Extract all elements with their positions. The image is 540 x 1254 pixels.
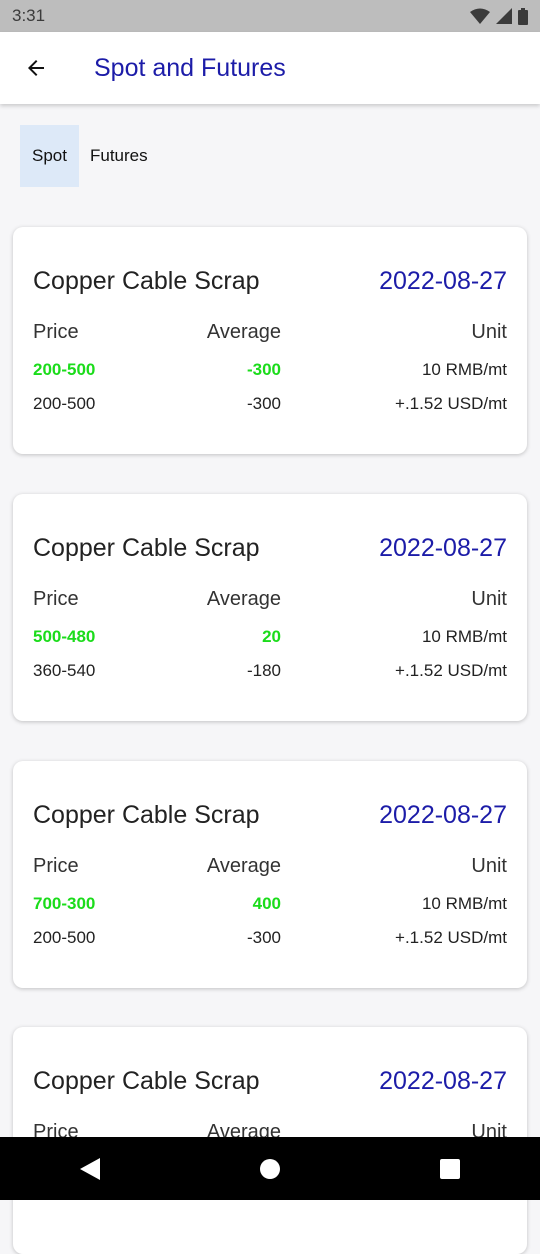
status-time: 3:31 (12, 6, 46, 25)
home-circle-icon (260, 1158, 280, 1179)
primary-average: 400 (252, 894, 281, 913)
card-date: 2022-08-27 (379, 534, 507, 562)
primary-average: -300 (246, 360, 281, 379)
system-nav-bar (0, 1137, 540, 1200)
secondary-price: 200-500 (33, 928, 96, 947)
secondary-price: 360-540 (33, 661, 96, 680)
app-bar: Spot and Futures (0, 32, 540, 104)
page-title: Spot and Futures (94, 53, 286, 82)
card-title: Copper Cable Scrap (33, 267, 260, 295)
primary-unit: 10 RMB/mt (421, 360, 507, 379)
primary-price: 200-500 (33, 360, 96, 379)
signal-icon (496, 8, 512, 24)
price-card[interactable]: Copper Cable Scrap 2022-08-27 Price Aver… (13, 227, 527, 454)
price-header: Price (33, 588, 79, 610)
secondary-unit: +.1.52 USD/mt (395, 661, 507, 680)
secondary-unit: +.1.52 USD/mt (395, 394, 507, 413)
secondary-price: 200-500 (33, 394, 96, 413)
secondary-unit: +.1.52 USD/mt (395, 928, 507, 947)
battery-icon (518, 7, 528, 25)
status-bar: 3:31 (0, 0, 540, 32)
card-date: 2022-08-27 (379, 1067, 507, 1095)
average-header: Average (206, 321, 281, 343)
tab-spot[interactable]: Spot (20, 125, 79, 187)
card-date: 2022-08-27 (379, 267, 507, 295)
back-button[interactable] (0, 32, 72, 104)
unit-header: Unit (471, 588, 507, 610)
card-title: Copper Cable Scrap (33, 534, 260, 562)
primary-price: 500-480 (33, 627, 96, 646)
average-header: Average (206, 588, 281, 610)
back-triangle-icon (80, 1157, 100, 1180)
wifi-icon (470, 8, 490, 24)
status-icons (470, 7, 528, 25)
primary-unit: 10 RMB/mt (421, 894, 507, 913)
nav-back-button[interactable] (60, 1139, 120, 1199)
card-title: Copper Cable Scrap (33, 1067, 260, 1095)
secondary-average: -180 (246, 661, 281, 680)
nav-home-button[interactable] (240, 1139, 300, 1199)
card-date: 2022-08-27 (379, 801, 507, 829)
arrow-left-icon (28, 60, 44, 76)
primary-unit: 10 RMB/mt (421, 627, 507, 646)
tab-bar: Spot Futures (20, 125, 160, 187)
secondary-average: -300 (246, 928, 281, 947)
nav-recents-button[interactable] (420, 1139, 480, 1199)
average-header: Average (206, 855, 281, 877)
price-card[interactable]: Copper Cable Scrap 2022-08-27 Price Aver… (13, 494, 527, 721)
price-card[interactable]: Copper Cable Scrap 2022-08-27 Price Aver… (13, 761, 527, 988)
secondary-average: -300 (246, 394, 281, 413)
card-title: Copper Cable Scrap (33, 801, 260, 829)
price-header: Price (33, 321, 79, 343)
recents-square-icon (440, 1158, 460, 1179)
primary-price: 700-300 (33, 894, 96, 913)
unit-header: Unit (471, 855, 507, 877)
primary-average: 20 (262, 627, 281, 646)
tab-futures[interactable]: Futures (79, 125, 160, 187)
unit-header: Unit (471, 321, 507, 343)
price-header: Price (33, 855, 79, 877)
